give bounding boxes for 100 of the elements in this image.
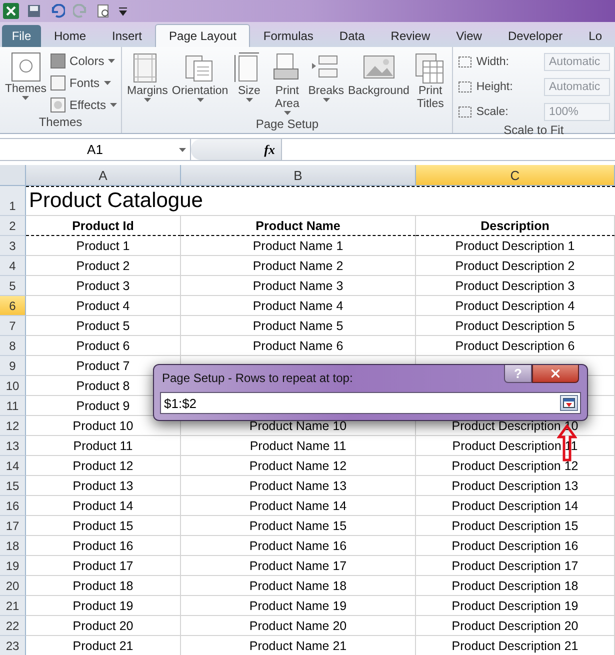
caret-icon [108, 58, 116, 62]
table-cell: Product Description 6 [416, 336, 615, 356]
table-cell: Product Name 4 [181, 296, 416, 316]
ribbon-tab[interactable]: Home [40, 25, 99, 47]
ribbon-command[interactable]: Background [346, 49, 410, 117]
table-cell: Product 5 [26, 316, 181, 336]
row-header[interactable]: 14 [0, 456, 26, 476]
table-cell: Product Name 14 [181, 496, 416, 516]
ribbon-command[interactable]: Colors [50, 51, 118, 70]
row-header[interactable]: 19 [0, 556, 26, 576]
column-header[interactable]: B [181, 165, 416, 186]
row-header[interactable]: 22 [0, 616, 26, 636]
row-header[interactable]: 13 [0, 436, 26, 456]
row-header[interactable]: 20 [0, 576, 26, 596]
table-cell: Product Name 18 [181, 576, 416, 596]
ribbon-command[interactable]: Print Titles [412, 49, 448, 117]
column-header[interactable]: A [26, 165, 181, 186]
row-header[interactable]: 23 [0, 636, 26, 655]
table-cell: Product 14 [26, 496, 181, 516]
print-preview-icon[interactable] [97, 4, 111, 18]
table-cell: Product Description 12 [416, 456, 615, 476]
ribbon-tab[interactable]: Insert [99, 25, 156, 47]
ribbon-command[interactable]: Effects [50, 95, 118, 114]
table-cell: Product 1 [26, 236, 181, 256]
table-cell: Product Name 1 [181, 236, 416, 256]
row-header[interactable]: 18 [0, 536, 26, 556]
table-cell: Product Description 17 [416, 556, 615, 576]
table-cell: Product 6 [26, 336, 181, 356]
table-cell: Product 4 [26, 296, 181, 316]
row-header[interactable]: 9 [0, 356, 26, 376]
caret-icon [284, 111, 291, 115]
ribbon-tab[interactable]: Data [326, 25, 378, 47]
ribbon-tab[interactable]: Developer [494, 25, 576, 47]
function-label[interactable]: fx [264, 142, 275, 158]
close-button[interactable] [532, 365, 579, 383]
row-header[interactable]: 1 [0, 186, 26, 216]
caret-icon [246, 98, 253, 102]
table-cell: Product Name 15 [181, 516, 416, 536]
caret-icon [322, 98, 330, 102]
ribbon-tab[interactable]: Page Layout [155, 24, 250, 47]
table-cell: Product 11 [26, 436, 181, 456]
ribbon-tab[interactable]: Formulas [250, 25, 326, 47]
table-cell: Description [416, 216, 615, 236]
scale-icon [457, 105, 474, 119]
field-label: Scale: [476, 106, 508, 118]
ribbon-command[interactable]: Orientation [170, 49, 230, 117]
table-cell: Product Description 18 [416, 576, 615, 596]
name-box[interactable]: A1 [0, 139, 191, 160]
ribbon-command[interactable]: Margins [126, 49, 169, 117]
close-icon [549, 367, 562, 380]
table-cell: Product Name 13 [181, 476, 416, 496]
ribbon-tab[interactable]: Lo [576, 25, 615, 47]
row-header[interactable]: 3 [0, 236, 26, 256]
customize-toolbar-icon[interactable] [119, 6, 127, 16]
row-header[interactable]: 16 [0, 496, 26, 516]
scale-icon [457, 55, 474, 69]
row-header[interactable]: 4 [0, 256, 26, 276]
caret-icon [179, 148, 186, 152]
column-header[interactable]: C [416, 165, 615, 186]
ribbon-tab[interactable]: Review [378, 25, 444, 47]
ribbon-tab[interactable]: File [2, 25, 41, 47]
ribbon-command[interactable]: Size [231, 49, 268, 117]
table-cell: Product Description 5 [416, 316, 615, 336]
caret-icon [22, 96, 30, 100]
row-header[interactable]: 8 [0, 336, 26, 356]
table-cell: Product Name 11 [181, 436, 416, 456]
table-cell: Product Name 2 [181, 256, 416, 276]
expand-dialog-button[interactable] [560, 395, 578, 411]
table-cell: Product Name 20 [181, 616, 416, 636]
ribbon-command[interactable]: Print Area [269, 49, 306, 117]
sheet-title: Product Catalogue [26, 186, 615, 216]
group-label: Page Setup [254, 117, 320, 133]
row-header[interactable]: 6 [0, 296, 26, 316]
row-header[interactable]: 10 [0, 376, 26, 396]
effects-icon [50, 96, 66, 112]
row-header[interactable]: 12 [0, 416, 26, 436]
table-cell: Product Description 1 [416, 236, 615, 256]
table-cell: Product 16 [26, 536, 181, 556]
ribbon-tab[interactable]: View [443, 25, 495, 47]
table-cell: Product Description 13 [416, 476, 615, 496]
ribbon-command[interactable]: Breaks [307, 49, 345, 117]
row-header[interactable]: 5 [0, 276, 26, 296]
row-header[interactable]: 7 [0, 316, 26, 336]
table-cell: Product Description 15 [416, 516, 615, 536]
save-icon[interactable] [27, 4, 41, 18]
undo-icon[interactable] [49, 4, 65, 18]
ribbon-command[interactable]: Themes [4, 49, 48, 115]
table-cell: Product Name 5 [181, 316, 416, 336]
ribbon-command[interactable]: Fonts [50, 73, 118, 92]
field-label: Height: [476, 81, 513, 93]
table-cell: Product 18 [26, 576, 181, 596]
row-header[interactable]: 11 [0, 396, 26, 416]
row-header[interactable]: 21 [0, 596, 26, 616]
row-header[interactable]: 2 [0, 216, 26, 236]
input-field[interactable]: $1:$2 [160, 392, 581, 414]
table-cell: Product Name 16 [181, 536, 416, 556]
table-cell: Product Id [26, 216, 181, 236]
table-cell: Product Description 2 [416, 256, 615, 276]
row-header[interactable]: 17 [0, 516, 26, 536]
row-header[interactable]: 15 [0, 476, 26, 496]
